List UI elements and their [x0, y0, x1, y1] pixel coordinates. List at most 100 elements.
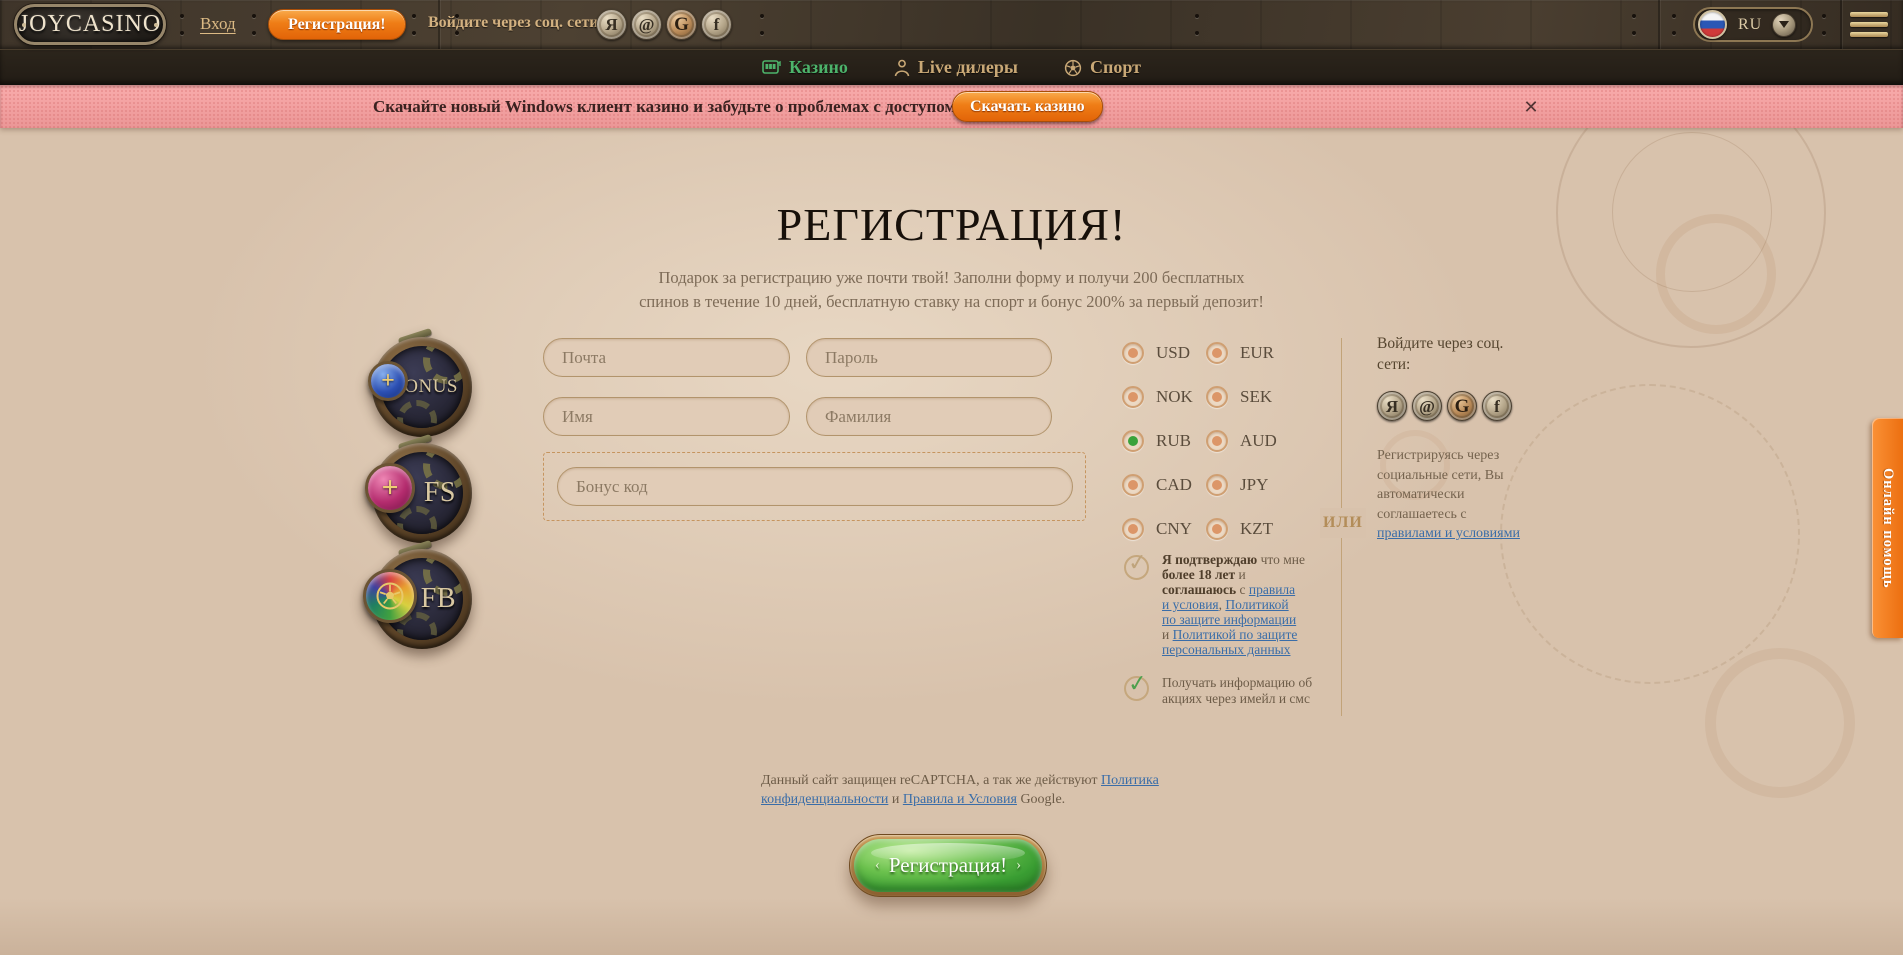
- rivets-decoration: [412, 14, 416, 48]
- currency-selector: USD EUR NOK SEK RUB AUD CAD JPY: [1122, 331, 1290, 551]
- social-box-heading: Войдите через соц. сети:: [1377, 333, 1517, 375]
- subscribe-checkbox[interactable]: ✓: [1124, 676, 1149, 701]
- nav-label: Казино: [789, 57, 848, 78]
- registration-page: JOYCASINO Вход Регистрация! Войдите чере…: [0, 0, 1903, 955]
- register-button-top[interactable]: Регистрация!: [268, 9, 406, 40]
- football-icon: [375, 581, 405, 611]
- social-box-note: Регистрируясь через социальные сети, Вы …: [1377, 446, 1529, 544]
- nav-label: Live дилеры: [918, 57, 1018, 78]
- rivets-decoration: [180, 14, 184, 48]
- currency-option-jpy[interactable]: JPY: [1206, 474, 1290, 496]
- page-subtitle: Подарок за регистрацию уже почти твой! З…: [0, 266, 1903, 314]
- mailru-icon[interactable]: @: [631, 9, 662, 40]
- currency-option-cad[interactable]: CAD: [1122, 474, 1206, 496]
- radio-icon: [1206, 342, 1228, 364]
- currency-option-cny[interactable]: CNY: [1122, 518, 1206, 540]
- download-banner: Скачайте новый Windows клиент казино и з…: [0, 85, 1903, 128]
- arrow-left-icon: ‹: [875, 857, 880, 874]
- subtitle-line: спинов в течение 10 дней, бесплатную ста…: [639, 292, 1264, 311]
- login-link[interactable]: Вход: [200, 14, 236, 34]
- submit-button-face: ‹ Регистрация! ›: [854, 839, 1042, 892]
- radio-icon: [1206, 518, 1228, 540]
- currency-option-eur[interactable]: EUR: [1206, 342, 1290, 364]
- rivets-decoration: [760, 14, 764, 48]
- currency-option-usd[interactable]: USD: [1122, 342, 1206, 364]
- nav-tab-live-dealers[interactable]: Live дилеры: [894, 57, 1018, 78]
- rivets-decoration: [252, 14, 256, 48]
- yandex-icon[interactable]: Я: [596, 9, 627, 40]
- top-bar: JOYCASINO Вход Регистрация! Войдите чере…: [0, 0, 1903, 49]
- badge-label: FS: [424, 477, 456, 509]
- online-help-tab[interactable]: Онлайн помощь: [1872, 418, 1903, 638]
- radio-icon: [1122, 342, 1144, 364]
- banner-text: Скачайте новый Windows клиент казино и з…: [373, 85, 956, 128]
- football-orb-icon: [363, 569, 417, 623]
- currency-option-nok[interactable]: NOK: [1122, 386, 1206, 408]
- radio-icon: [1206, 430, 1228, 452]
- freebet-badge: FB: [372, 549, 472, 649]
- currency-option-sek[interactable]: SEK: [1206, 386, 1290, 408]
- lastname-field[interactable]: [806, 397, 1052, 436]
- freespins-badge: FS +: [372, 443, 472, 543]
- social-box-icons: Я @ G f: [1377, 391, 1512, 421]
- google-icon[interactable]: G: [666, 9, 697, 40]
- language-selector[interactable]: RU: [1693, 7, 1813, 42]
- rivets-decoration: [1822, 14, 1826, 48]
- bonus-badge: BONUS +: [372, 337, 472, 437]
- check-icon: ✓: [1127, 670, 1149, 698]
- social-login-icons: Я @ G f: [596, 9, 732, 40]
- google-terms-link[interactable]: Правила и Условия: [903, 792, 1017, 807]
- personal-data-policy-link[interactable]: Политикой по защите персональных данных: [1162, 627, 1297, 657]
- sketch-gear-decoration: [1500, 384, 1800, 684]
- google-icon[interactable]: G: [1447, 391, 1477, 421]
- facebook-icon[interactable]: f: [1482, 391, 1512, 421]
- nav-tab-casino[interactable]: Казино: [762, 57, 848, 78]
- email-field[interactable]: [543, 338, 790, 377]
- language-code: RU: [1738, 16, 1762, 34]
- password-field[interactable]: [806, 338, 1052, 377]
- menu-button[interactable]: [1850, 12, 1888, 42]
- radio-icon: [1206, 386, 1228, 408]
- currency-option-aud[interactable]: AUD: [1206, 430, 1290, 452]
- banner-close-button[interactable]: ✕: [1518, 94, 1544, 120]
- nav-tab-sport[interactable]: Спорт: [1064, 57, 1141, 78]
- submit-button-label: Регистрация!: [889, 853, 1007, 878]
- radio-icon: [1122, 474, 1144, 496]
- check-icon: ✓: [1127, 549, 1149, 577]
- rivets-decoration: [1672, 14, 1676, 48]
- joycasino-logo[interactable]: JOYCASINO: [14, 4, 166, 45]
- terms-text: Я подтверждаю что мне более 18 лет и сог…: [1162, 552, 1305, 657]
- bonus-orb-icon: +: [368, 361, 408, 401]
- terms-checkbox[interactable]: ✓: [1124, 555, 1149, 580]
- gear-icon: [397, 400, 437, 428]
- freespins-orb-icon: +: [365, 463, 415, 513]
- terms-and-conditions-link[interactable]: правилами и условиями: [1377, 526, 1520, 541]
- yandex-icon[interactable]: Я: [1377, 391, 1407, 421]
- nav-label: Спорт: [1090, 57, 1141, 78]
- radio-selected-icon: [1122, 430, 1144, 452]
- firstname-field[interactable]: [543, 397, 790, 436]
- mailru-icon[interactable]: @: [1412, 391, 1442, 421]
- metal-seam: [1658, 0, 1660, 49]
- facebook-icon[interactable]: f: [701, 9, 732, 40]
- rivets-decoration: [1195, 14, 1199, 48]
- currency-option-rub[interactable]: RUB: [1122, 430, 1206, 452]
- russia-flag-icon: [1698, 10, 1727, 39]
- slot-machine-icon: [762, 59, 781, 76]
- social-login-label: Войдите через соц. сети:: [428, 14, 604, 32]
- recaptcha-note: Данный сайт защищен reCAPTCHA, а так же …: [761, 772, 1189, 809]
- page-title: РЕГИСТРАЦИЯ!: [0, 198, 1903, 251]
- download-casino-button[interactable]: Скачать казино: [952, 91, 1103, 122]
- chevron-down-icon[interactable]: [1772, 13, 1796, 37]
- badge-label: FB: [421, 583, 456, 615]
- arrow-right-icon: ›: [1016, 857, 1021, 874]
- gear-icon: [397, 506, 437, 534]
- hamburger-icon: [1850, 12, 1888, 37]
- register-submit-button[interactable]: ‹ Регистрация! ›: [849, 834, 1047, 897]
- rivets-decoration: [1632, 14, 1636, 48]
- subtitle-line: Подарок за регистрацию уже почти твой! З…: [659, 268, 1245, 287]
- main-nav: Казино Live дилеры Спорт: [0, 49, 1903, 85]
- metal-seam: [1840, 0, 1842, 49]
- bonus-code-field[interactable]: [557, 467, 1073, 506]
- currency-option-kzt[interactable]: KZT: [1206, 518, 1290, 540]
